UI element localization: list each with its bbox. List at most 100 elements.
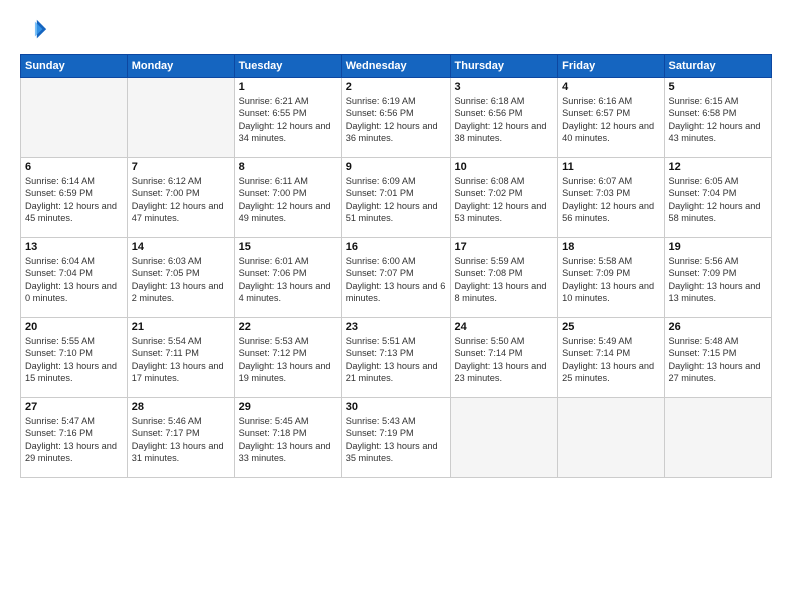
day-number: 13: [25, 241, 123, 253]
day-info: Sunrise: 6:05 AM Sunset: 7:04 PM Dayligh…: [669, 175, 768, 225]
calendar-header-row: SundayMondayTuesdayWednesdayThursdayFrid…: [21, 55, 772, 78]
calendar-cell: 25 Sunrise: 5:49 AM Sunset: 7:14 PM Dayli…: [558, 318, 664, 398]
day-number: 25: [562, 321, 659, 333]
day-number: 23: [346, 321, 446, 333]
calendar-cell: 21 Sunrise: 5:54 AM Sunset: 7:11 PM Dayli…: [127, 318, 234, 398]
day-number: 4: [562, 81, 659, 93]
calendar-cell: 6 Sunrise: 6:14 AM Sunset: 6:59 PM Daylig…: [21, 158, 128, 238]
calendar-cell: 15 Sunrise: 6:01 AM Sunset: 7:06 PM Dayli…: [234, 238, 341, 318]
day-number: 29: [239, 401, 337, 413]
day-info: Sunrise: 6:15 AM Sunset: 6:58 PM Dayligh…: [669, 95, 768, 145]
day-info: Sunrise: 5:45 AM Sunset: 7:18 PM Dayligh…: [239, 415, 337, 465]
calendar-table: SundayMondayTuesdayWednesdayThursdayFrid…: [20, 54, 772, 478]
day-info: Sunrise: 6:11 AM Sunset: 7:00 PM Dayligh…: [239, 175, 337, 225]
calendar-cell: 26 Sunrise: 5:48 AM Sunset: 7:15 PM Dayli…: [664, 318, 772, 398]
day-number: 6: [25, 161, 123, 173]
day-number: 18: [562, 241, 659, 253]
day-info: Sunrise: 5:43 AM Sunset: 7:19 PM Dayligh…: [346, 415, 446, 465]
calendar-cell: 30 Sunrise: 5:43 AM Sunset: 7:19 PM Dayli…: [341, 398, 450, 478]
calendar-header-friday: Friday: [558, 55, 664, 78]
day-number: 2: [346, 81, 446, 93]
day-number: 27: [25, 401, 123, 413]
calendar-cell: 18 Sunrise: 5:58 AM Sunset: 7:09 PM Dayli…: [558, 238, 664, 318]
header: [20, 16, 772, 44]
calendar-cell: 8 Sunrise: 6:11 AM Sunset: 7:00 PM Daylig…: [234, 158, 341, 238]
day-number: 20: [25, 321, 123, 333]
calendar-cell: 2 Sunrise: 6:19 AM Sunset: 6:56 PM Daylig…: [341, 78, 450, 158]
logo-icon: [20, 16, 48, 44]
calendar-cell: 16Sunrise: 6:00 AM Sunset: 7:07 PM Dayli…: [341, 238, 450, 318]
day-info: Sunrise: 5:56 AM Sunset: 7:09 PM Dayligh…: [669, 255, 768, 305]
day-info: Sunrise: 6:09 AM Sunset: 7:01 PM Dayligh…: [346, 175, 446, 225]
calendar-week-5: 27 Sunrise: 5:47 AM Sunset: 7:16 PM Dayli…: [21, 398, 772, 478]
calendar-cell: 7 Sunrise: 6:12 AM Sunset: 7:00 PM Daylig…: [127, 158, 234, 238]
day-info: Sunrise: 6:12 AM Sunset: 7:00 PM Dayligh…: [132, 175, 230, 225]
day-info: Sunrise: 5:59 AM Sunset: 7:08 PM Dayligh…: [455, 255, 554, 305]
calendar-cell: 28Sunrise: 5:46 AM Sunset: 7:17 PM Dayli…: [127, 398, 234, 478]
calendar-cell: 22Sunrise: 5:53 AM Sunset: 7:12 PM Dayli…: [234, 318, 341, 398]
calendar-cell: 12Sunrise: 6:05 AM Sunset: 7:04 PM Dayli…: [664, 158, 772, 238]
calendar-cell: 27 Sunrise: 5:47 AM Sunset: 7:16 PM Dayli…: [21, 398, 128, 478]
calendar-cell: 11 Sunrise: 6:07 AM Sunset: 7:03 PM Dayli…: [558, 158, 664, 238]
day-number: 10: [455, 161, 554, 173]
day-info: Sunrise: 6:14 AM Sunset: 6:59 PM Dayligh…: [25, 175, 123, 225]
day-info: Sunrise: 5:50 AM Sunset: 7:14 PM Dayligh…: [455, 335, 554, 385]
day-number: 5: [669, 81, 768, 93]
day-info: Sunrise: 6:04 AM Sunset: 7:04 PM Dayligh…: [25, 255, 123, 305]
day-info: Sunrise: 5:47 AM Sunset: 7:16 PM Dayligh…: [25, 415, 123, 465]
calendar-cell: [558, 398, 664, 478]
day-number: 24: [455, 321, 554, 333]
calendar-header-sunday: Sunday: [21, 55, 128, 78]
calendar-cell: [21, 78, 128, 158]
calendar-cell: 23 Sunrise: 5:51 AM Sunset: 7:13 PM Dayli…: [341, 318, 450, 398]
day-info: Sunrise: 6:07 AM Sunset: 7:03 PM Dayligh…: [562, 175, 659, 225]
calendar-cell: 1 Sunrise: 6:21 AM Sunset: 6:55 PM Daylig…: [234, 78, 341, 158]
day-info: Sunrise: 5:51 AM Sunset: 7:13 PM Dayligh…: [346, 335, 446, 385]
calendar-header-thursday: Thursday: [450, 55, 558, 78]
day-info: Sunrise: 5:46 AM Sunset: 7:17 PM Dayligh…: [132, 415, 230, 465]
calendar-cell: [127, 78, 234, 158]
day-info: Sunrise: 5:48 AM Sunset: 7:15 PM Dayligh…: [669, 335, 768, 385]
day-number: 21: [132, 321, 230, 333]
day-number: 30: [346, 401, 446, 413]
day-info: Sunrise: 6:19 AM Sunset: 6:56 PM Dayligh…: [346, 95, 446, 145]
calendar-cell: 13 Sunrise: 6:04 AM Sunset: 7:04 PM Dayli…: [21, 238, 128, 318]
calendar-header-saturday: Saturday: [664, 55, 772, 78]
calendar-cell: 4 Sunrise: 6:16 AM Sunset: 6:57 PM Daylig…: [558, 78, 664, 158]
calendar-cell: 14Sunrise: 6:03 AM Sunset: 7:05 PM Dayli…: [127, 238, 234, 318]
calendar-cell: 3Sunrise: 6:18 AM Sunset: 6:56 PM Daylig…: [450, 78, 558, 158]
day-number: 1: [239, 81, 337, 93]
day-number: 15: [239, 241, 337, 253]
day-number: 26: [669, 321, 768, 333]
calendar-cell: 29 Sunrise: 5:45 AM Sunset: 7:18 PM Dayli…: [234, 398, 341, 478]
day-info: Sunrise: 6:16 AM Sunset: 6:57 PM Dayligh…: [562, 95, 659, 145]
day-number: 19: [669, 241, 768, 253]
calendar-header-wednesday: Wednesday: [341, 55, 450, 78]
day-info: Sunrise: 6:00 AM Sunset: 7:07 PM Dayligh…: [346, 255, 446, 305]
calendar-week-4: 20 Sunrise: 5:55 AM Sunset: 7:10 PM Dayli…: [21, 318, 772, 398]
calendar-cell: 5 Sunrise: 6:15 AM Sunset: 6:58 PM Daylig…: [664, 78, 772, 158]
day-info: Sunrise: 5:54 AM Sunset: 7:11 PM Dayligh…: [132, 335, 230, 385]
calendar-cell: 19 Sunrise: 5:56 AM Sunset: 7:09 PM Dayli…: [664, 238, 772, 318]
day-info: Sunrise: 6:21 AM Sunset: 6:55 PM Dayligh…: [239, 95, 337, 145]
calendar-cell: 9Sunrise: 6:09 AM Sunset: 7:01 PM Daylig…: [341, 158, 450, 238]
day-info: Sunrise: 5:49 AM Sunset: 7:14 PM Dayligh…: [562, 335, 659, 385]
calendar-week-2: 6 Sunrise: 6:14 AM Sunset: 6:59 PM Daylig…: [21, 158, 772, 238]
calendar-cell: 24 Sunrise: 5:50 AM Sunset: 7:14 PM Dayli…: [450, 318, 558, 398]
day-number: 22: [239, 321, 337, 333]
calendar-header-monday: Monday: [127, 55, 234, 78]
day-info: Sunrise: 5:58 AM Sunset: 7:09 PM Dayligh…: [562, 255, 659, 305]
day-number: 17: [455, 241, 554, 253]
calendar-cell: 10Sunrise: 6:08 AM Sunset: 7:02 PM Dayli…: [450, 158, 558, 238]
day-number: 11: [562, 161, 659, 173]
calendar-cell: [664, 398, 772, 478]
calendar-cell: 20 Sunrise: 5:55 AM Sunset: 7:10 PM Dayli…: [21, 318, 128, 398]
day-number: 3: [455, 81, 554, 93]
calendar-header-tuesday: Tuesday: [234, 55, 341, 78]
day-info: Sunrise: 5:55 AM Sunset: 7:10 PM Dayligh…: [25, 335, 123, 385]
day-number: 8: [239, 161, 337, 173]
calendar-week-1: 1 Sunrise: 6:21 AM Sunset: 6:55 PM Daylig…: [21, 78, 772, 158]
day-info: Sunrise: 6:01 AM Sunset: 7:06 PM Dayligh…: [239, 255, 337, 305]
logo: [20, 16, 52, 44]
day-number: 7: [132, 161, 230, 173]
